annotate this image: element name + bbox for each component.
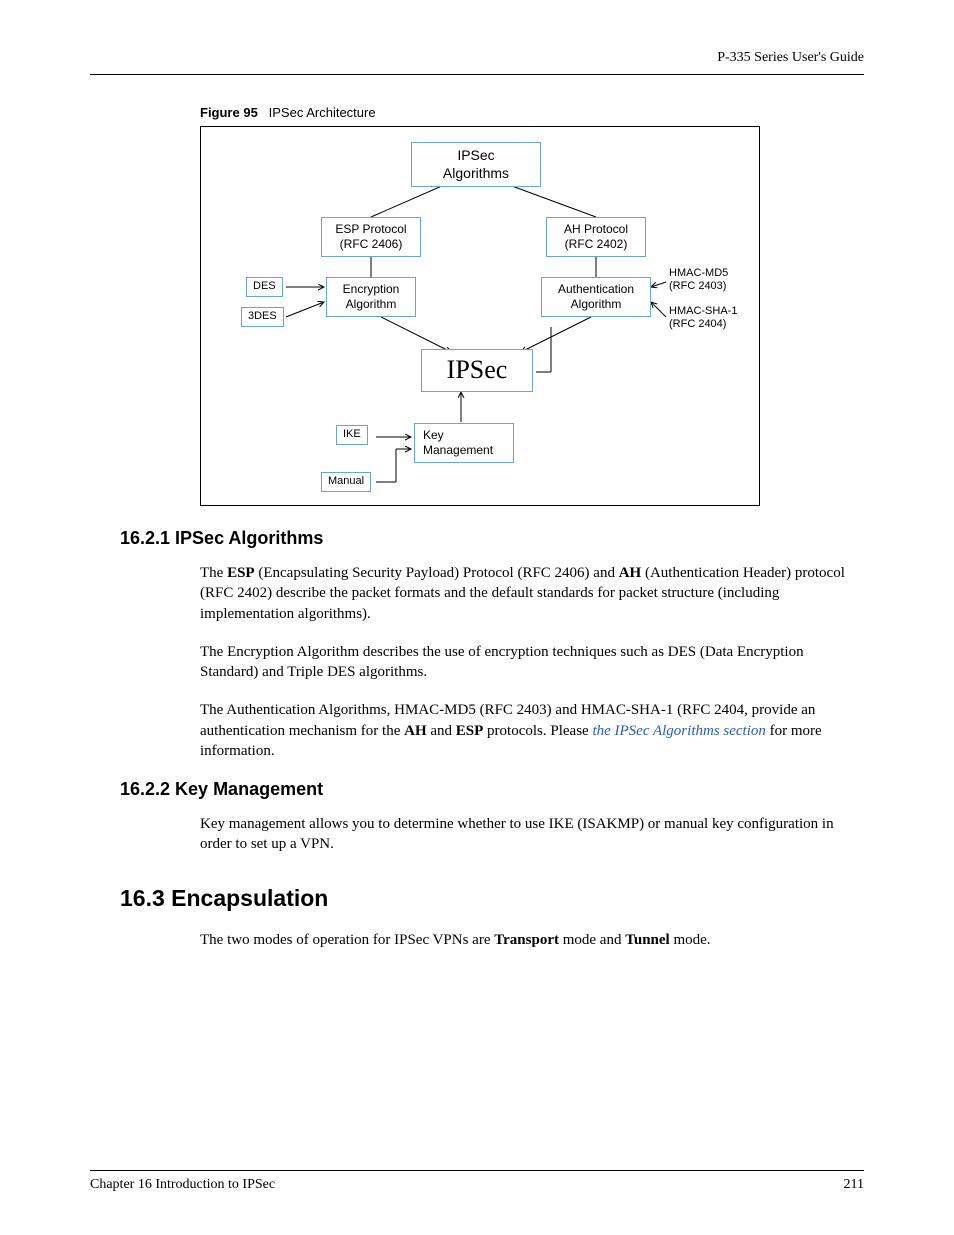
diagram-box-manual: Manual: [321, 472, 371, 492]
figure-caption: Figure 95 IPSec Architecture: [200, 105, 864, 120]
diagram-box-key-management: KeyManagement: [414, 423, 514, 463]
diagram-box-ike: IKE: [336, 425, 368, 445]
heading-16-2-1: 16.2.1 IPSec Algorithms: [120, 528, 864, 549]
page-footer: Chapter 16 Introduction to IPSec 211: [90, 1170, 864, 1193]
paragraph: The Authentication Algorithms, HMAC-MD5 …: [200, 700, 860, 761]
paragraph: The Encryption Algorithm describes the u…: [200, 642, 860, 683]
paragraph: The ESP (Encapsulating Security Payload)…: [200, 563, 860, 624]
footer-page-number: 211: [844, 1177, 864, 1193]
running-header: P-335 Series User's Guide: [90, 50, 864, 75]
diagram-box-3des: 3DES: [241, 307, 284, 327]
diagram-text-hmac-sha1: HMAC-SHA-1(RFC 2404): [669, 305, 737, 331]
diagram-box-ipsec: IPSec: [421, 349, 533, 392]
diagram-box-ah-protocol: AH Protocol(RFC 2402): [546, 217, 646, 257]
figure-label: Figure 95: [200, 105, 258, 120]
figure-title: IPSec Architecture: [269, 105, 376, 120]
ipsec-architecture-diagram: IPSecAlgorithms ESP Protocol(RFC 2406) A…: [200, 126, 760, 506]
diagram-box-ipsec-algorithms: IPSecAlgorithms: [411, 142, 541, 187]
paragraph: Key management allows you to determine w…: [200, 814, 860, 855]
diagram-box-authentication-algorithm: AuthenticationAlgorithm: [541, 277, 651, 317]
heading-16-2-2: 16.2.2 Key Management: [120, 779, 864, 800]
diagram-box-des: DES: [246, 277, 283, 297]
paragraph: The two modes of operation for IPSec VPN…: [200, 930, 860, 950]
diagram-box-esp-protocol: ESP Protocol(RFC 2406): [321, 217, 421, 257]
link-ipsec-algorithms-section[interactable]: the IPSec Algorithms section: [592, 723, 765, 739]
diagram-text-hmac-md5: HMAC-MD5(RFC 2403): [669, 267, 728, 293]
page: P-335 Series User's Guide Figure 95 IPSe…: [0, 0, 954, 950]
diagram-box-encryption-algorithm: EncryptionAlgorithm: [326, 277, 416, 317]
heading-16-3: 16.3 Encapsulation: [120, 885, 864, 912]
footer-chapter: Chapter 16 Introduction to IPSec: [90, 1177, 275, 1193]
